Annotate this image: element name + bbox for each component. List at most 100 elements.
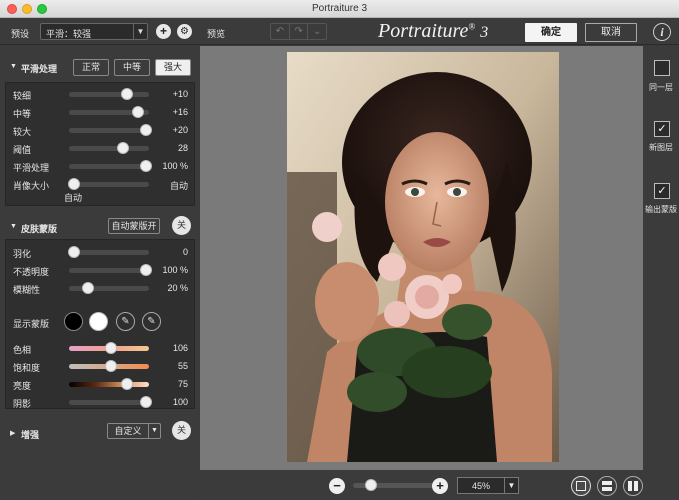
slider-track[interactable] <box>69 378 149 390</box>
slider-track[interactable] <box>67 178 149 190</box>
same-layer-checkbox[interactable] <box>654 60 670 76</box>
slider-knob[interactable] <box>120 88 133 100</box>
auto-mask-button[interactable]: 自动蒙版开 <box>108 218 160 234</box>
slider-label: 阴影 <box>13 399 32 409</box>
slider-track[interactable] <box>69 282 149 294</box>
redo-button[interactable]: ↷ <box>290 24 309 39</box>
plus-icon: + <box>436 478 444 493</box>
triangle-down-icon: ▼ <box>10 63 17 70</box>
slider-row: 模糊性 20 % <box>6 280 196 296</box>
slider-track[interactable] <box>69 124 152 136</box>
history-dropdown-button[interactable]: ⌄ <box>308 24 326 39</box>
slider-track[interactable] <box>69 264 152 276</box>
slider-knob[interactable] <box>139 160 152 172</box>
chevron-down-icon: ⌄ <box>312 26 322 37</box>
slider-value: 55 <box>177 361 188 371</box>
slider-label: 平滑处理 <box>13 163 50 173</box>
slider-track[interactable] <box>67 246 149 258</box>
slider-knob[interactable] <box>104 360 117 372</box>
slider-track[interactable] <box>69 142 149 154</box>
level-strong-button[interactable]: 强大 <box>155 59 191 76</box>
skin-mask-controls: 显示蒙版 ✎ ✎ 羽化 0 不透明度 100 % 模糊性 20 % 色相 106 饱和度 55 亮度… <box>5 239 195 409</box>
slider-knob[interactable] <box>139 396 152 408</box>
settings-panel: ▼ 平滑处理 正常 中等 强大 较细 +10 中等 +16 较大 +20 阈值 28 平滑处理 1… <box>0 46 199 500</box>
skin-mask-section-header[interactable]: ▼ 皮肤蒙版 <box>0 216 199 238</box>
triangle-down-icon: ▼ <box>10 223 17 230</box>
slider-label: 不透明度 <box>13 267 50 277</box>
enhance-section-header[interactable]: ▶ 增强 <box>0 422 199 444</box>
zoom-out-button[interactable]: − <box>329 478 345 494</box>
preview-area[interactable] <box>200 46 643 470</box>
slider-value: 106 <box>172 343 188 353</box>
cancel-button[interactable]: 取消 <box>585 23 637 42</box>
zoom-in-button[interactable]: + <box>432 478 448 494</box>
new-layer-checkbox[interactable]: ✓ <box>654 121 670 137</box>
slider-knob[interactable] <box>67 246 80 258</box>
slider-knob[interactable] <box>120 378 133 390</box>
slider-knob[interactable] <box>67 178 80 190</box>
slider-knob[interactable] <box>139 264 152 276</box>
slider-knob[interactable] <box>82 282 95 294</box>
slider-label: 色相 <box>13 345 32 355</box>
add-preset-button[interactable]: + <box>156 24 171 39</box>
slider-track[interactable] <box>69 106 149 118</box>
single-view-icon <box>576 481 586 491</box>
slider-row: 阈值 28 <box>6 140 196 156</box>
black-mask-swatch[interactable] <box>64 312 83 331</box>
split-horizontal-button[interactable] <box>597 476 617 496</box>
smoothing-title: 平滑处理 <box>21 64 58 74</box>
skin-mask-off-toggle[interactable]: 关 <box>172 216 191 235</box>
zoom-slider-knob[interactable] <box>365 479 378 491</box>
zoom-slider[interactable] <box>353 479 435 491</box>
white-mask-swatch[interactable] <box>89 312 108 331</box>
zoom-level-dropdown[interactable]: 45% ▼ <box>457 477 519 494</box>
chevron-down-icon: ▼ <box>133 24 147 39</box>
eyedropper-add-button[interactable]: ✎ <box>142 312 161 331</box>
preset-dropdown[interactable]: 平滑：较强 ▼ <box>40 23 148 40</box>
single-view-button[interactable] <box>571 476 591 496</box>
slider-label: 肖像大小 <box>13 181 50 191</box>
enhance-off-toggle[interactable]: 关 <box>172 421 191 440</box>
split-vertical-button[interactable] <box>623 476 643 496</box>
slider-label: 中等 <box>13 109 32 119</box>
output-mask-checkbox[interactable]: ✓ <box>654 183 670 199</box>
slider-track[interactable] <box>69 88 149 100</box>
portrait-illustration <box>287 52 559 462</box>
same-layer-label: 同一层 <box>649 83 673 92</box>
slider-knob[interactable] <box>117 142 130 154</box>
slider-row: 平滑处理 100 % <box>6 158 196 174</box>
slider-track[interactable] <box>69 342 149 354</box>
slider-row: 不透明度 100 % <box>6 262 196 278</box>
slider-value: +16 <box>172 107 188 117</box>
ok-button[interactable]: 确定 <box>525 23 577 42</box>
eyedropper-button[interactable]: ✎ <box>116 312 135 331</box>
preset-settings-button[interactable]: ⚙ <box>177 24 192 39</box>
undo-button[interactable]: ↶ <box>271 24 290 39</box>
slider-row: 较大 +20 <box>6 122 196 138</box>
chevron-down-icon: ▼ <box>504 478 518 493</box>
portraiture-logo: Portraiture® 3 <box>378 20 489 42</box>
slider-track[interactable] <box>69 360 149 372</box>
preview-label: 预览 <box>207 29 226 39</box>
enhance-preset-dropdown[interactable]: 自定义 ▼ <box>107 423 161 439</box>
slider-knob[interactable] <box>104 342 117 354</box>
checkmark-icon: ✓ <box>657 185 667 197</box>
slider-knob[interactable] <box>139 124 152 136</box>
output-options-panel: 同一层 ✓ 新图层 ✓ 输出蒙版 <box>643 46 679 500</box>
window-title: Portraiture 3 <box>311 3 368 14</box>
portrait-size-auto-label: 自动 <box>64 193 83 203</box>
slider-value: +10 <box>172 89 188 99</box>
bottom-bar: − + 45% ▼ <box>200 470 643 500</box>
eyedropper-plus-icon: ✎ <box>147 316 156 327</box>
slider-value: 100 % <box>162 161 188 171</box>
level-normal-button[interactable]: 正常 <box>73 59 109 76</box>
info-button[interactable]: i <box>653 23 671 41</box>
slider-track[interactable] <box>69 160 152 172</box>
slider-knob[interactable] <box>131 106 144 118</box>
level-medium-button[interactable]: 中等 <box>114 59 150 76</box>
skin-mask-title: 皮肤蒙版 <box>21 224 58 234</box>
slider-track[interactable] <box>69 396 152 408</box>
smoothing-controls: 较细 +10 中等 +16 较大 +20 阈值 28 平滑处理 100 % 肖像大小 自动 自动 <box>5 82 195 206</box>
slider-label: 较大 <box>13 127 32 137</box>
show-mask-row: 显示蒙版 ✎ ✎ <box>6 310 196 334</box>
